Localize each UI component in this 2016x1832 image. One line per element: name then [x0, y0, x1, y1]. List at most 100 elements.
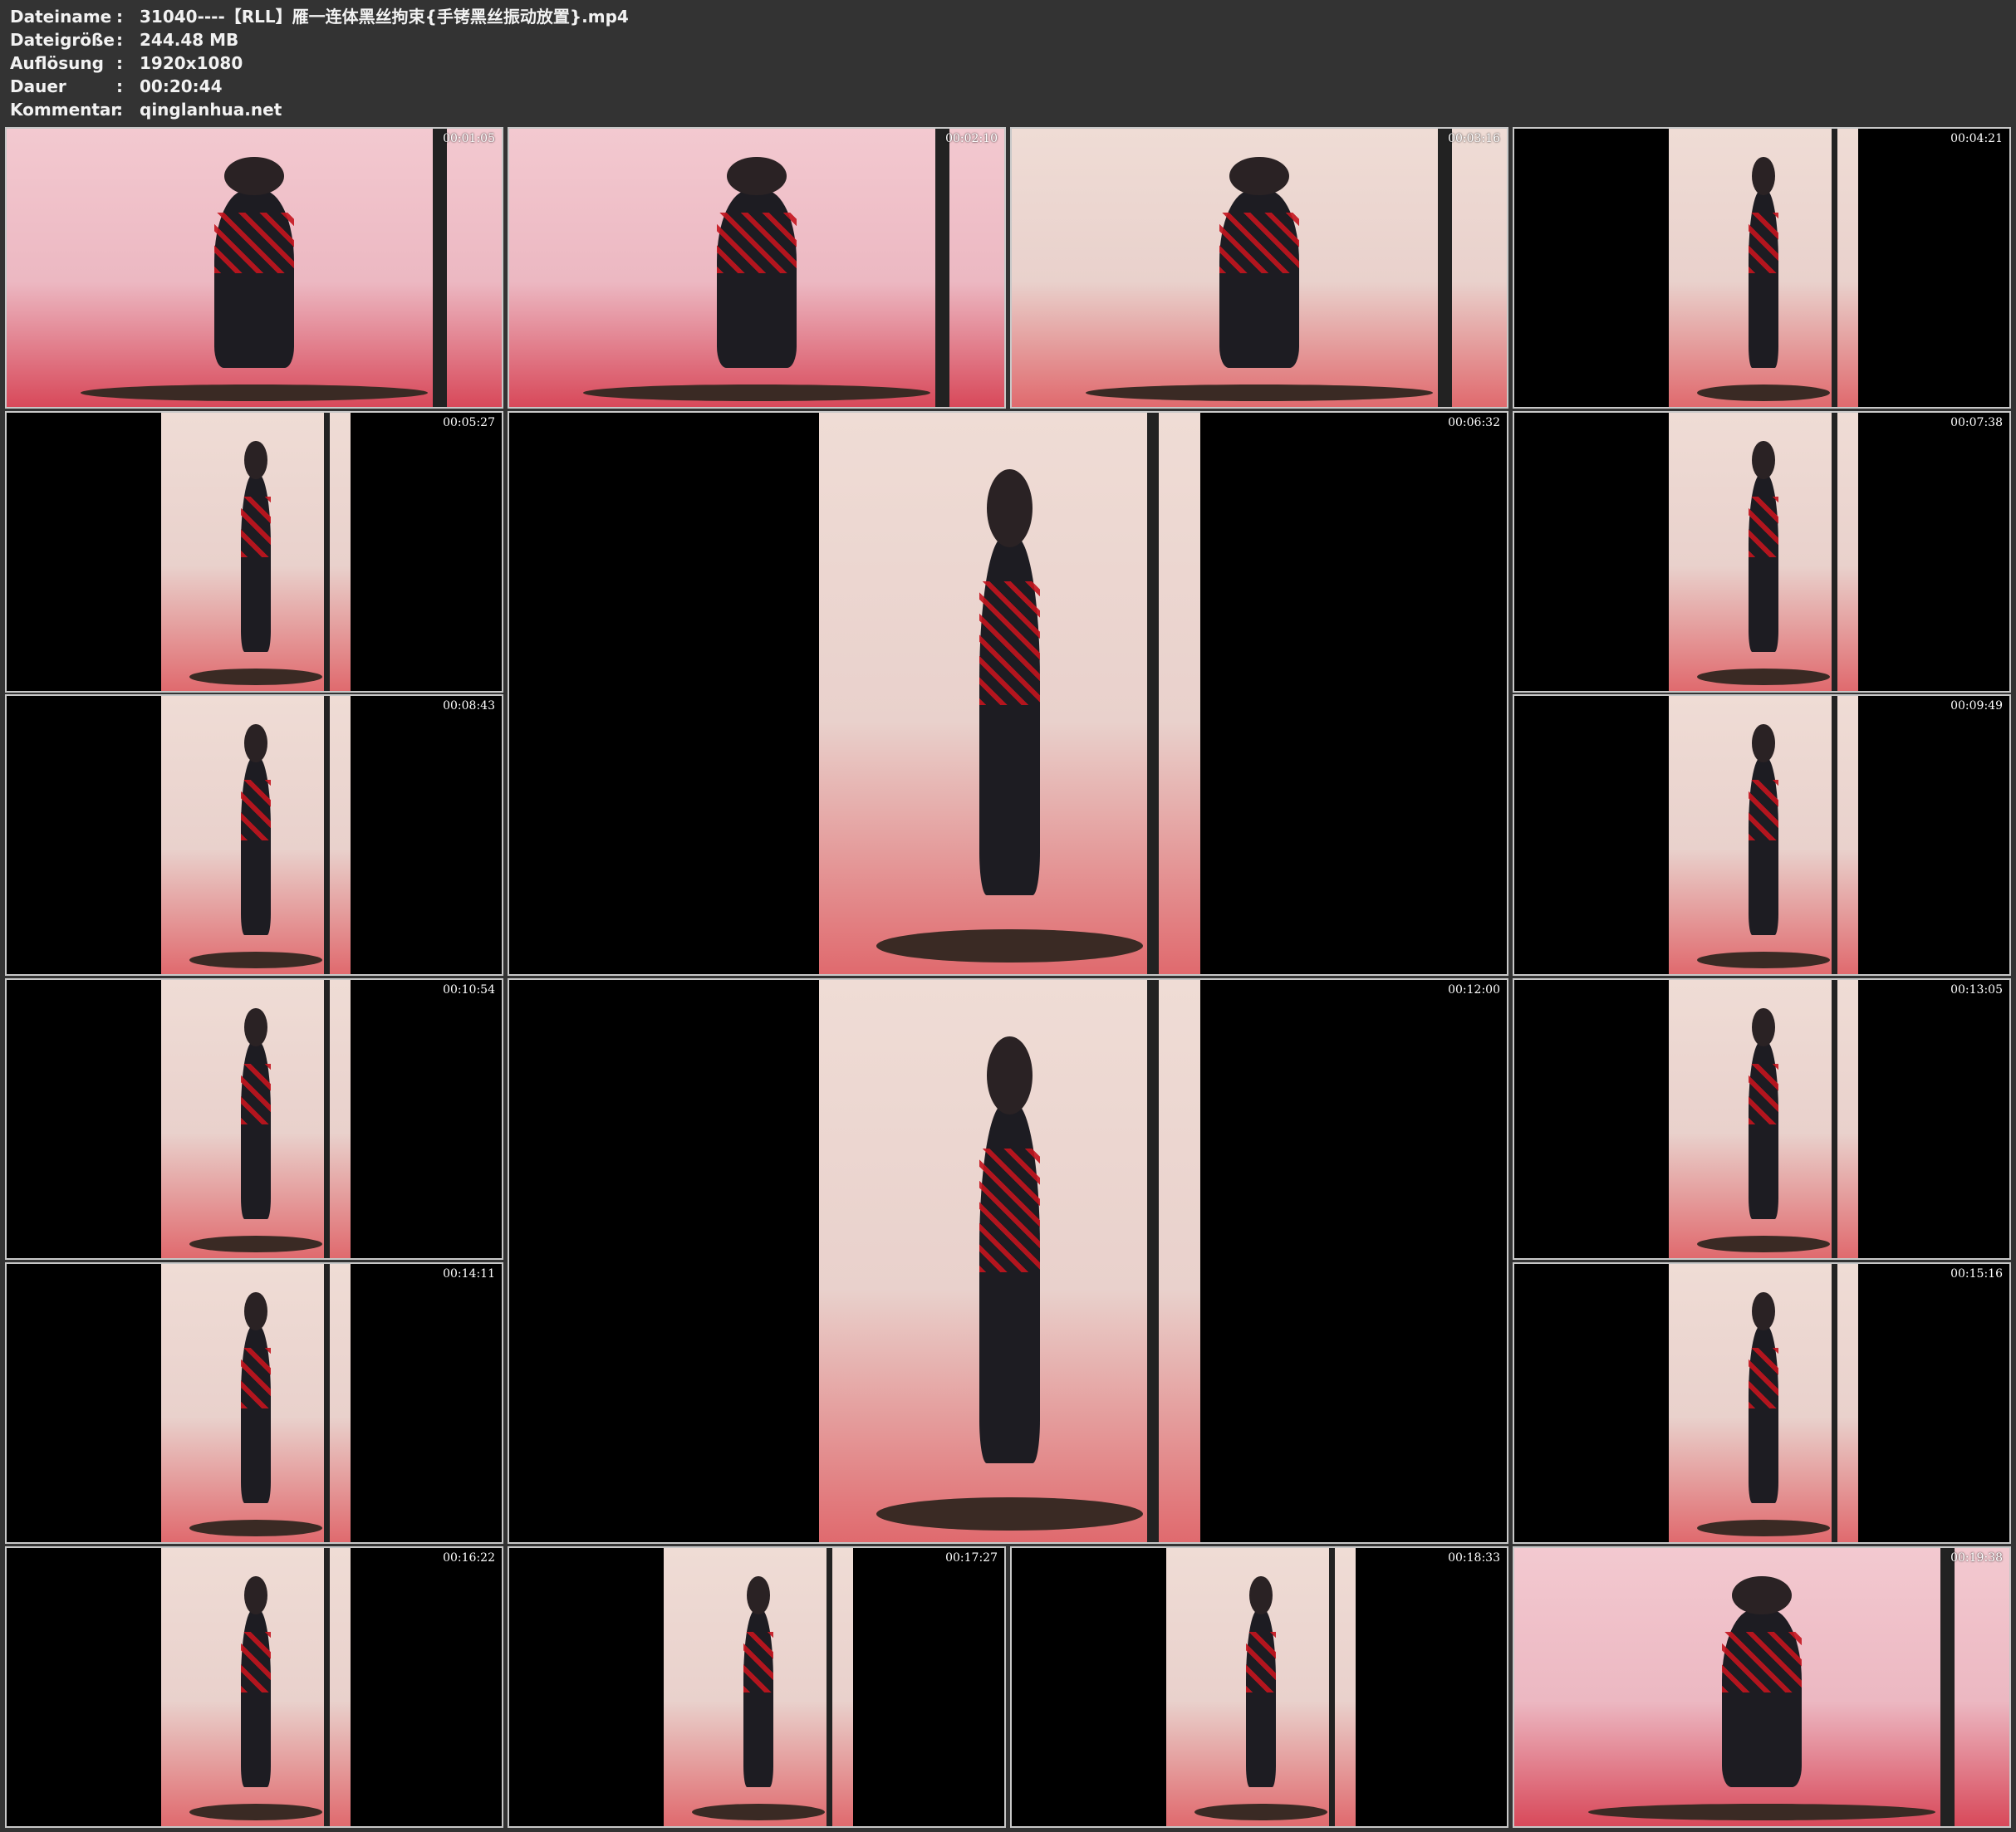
thumbnail-frame — [509, 129, 1004, 407]
timestamp-label: 00:15:16 — [1950, 1267, 2003, 1281]
red-harness — [717, 212, 797, 274]
red-harness — [1219, 212, 1299, 274]
light-stand — [324, 1548, 331, 1826]
thumbnail-frame — [663, 1548, 854, 1826]
red-harness — [979, 580, 1041, 705]
timestamp-label: 00:08:43 — [443, 699, 495, 713]
video-thumbnail[interactable]: 00:08:43 — [5, 694, 503, 976]
video-thumbnail[interactable]: 00:16:22 — [5, 1546, 503, 1828]
video-thumbnail[interactable]: 00:17:27 — [508, 1546, 1006, 1828]
video-thumbnail[interactable]: 00:03:16 — [1010, 127, 1508, 409]
red-harness — [979, 1149, 1041, 1273]
timestamp-label: 00:19:38 — [1950, 1551, 2003, 1565]
thumbnail-frame — [1668, 413, 1859, 691]
video-thumbnail[interactable]: 00:19:38 — [1513, 1546, 2011, 1828]
timestamp-label: 00:05:27 — [443, 416, 495, 429]
light-stand — [324, 696, 331, 974]
timestamp-label: 00:07:38 — [1950, 416, 2003, 429]
light-stand — [1832, 980, 1838, 1258]
timestamp-label: 00:01:05 — [443, 132, 495, 145]
red-harness — [240, 1631, 272, 1693]
light-stand — [324, 980, 331, 1258]
red-harness — [1748, 496, 1779, 558]
figure-head — [1732, 1575, 1792, 1615]
thumbnail-frame — [818, 980, 1201, 1542]
light-stand — [324, 413, 331, 691]
thumbnail-frame — [819, 413, 1200, 974]
video-thumbnail[interactable]: 00:04:21 — [1513, 127, 2011, 409]
figure-head — [244, 1291, 267, 1331]
video-thumbnail[interactable]: 00:05:27 — [5, 411, 503, 693]
light-stand — [1940, 1548, 1955, 1826]
red-harness — [1748, 1347, 1779, 1409]
thumbnail-frame — [1514, 1548, 2009, 1826]
video-thumbnail[interactable]: 00:02:10 — [508, 127, 1006, 409]
timestamp-label: 00:09:49 — [1950, 699, 2003, 713]
red-harness — [743, 1631, 774, 1693]
timestamp-label: 00:04:21 — [1950, 132, 2003, 145]
video-thumbnail[interactable]: 00:13:05 — [1513, 978, 2011, 1260]
thumbnail-frame — [1668, 129, 1859, 407]
thumbnail-frame — [1668, 696, 1859, 974]
timestamp-label: 00:03:16 — [1448, 132, 1500, 145]
light-stand — [827, 1548, 833, 1826]
video-thumbnail[interactable]: 00:06:32 — [508, 411, 1508, 976]
video-thumbnail[interactable]: 00:12:00 — [508, 978, 1508, 1544]
timestamp-label: 00:18:33 — [1448, 1551, 1500, 1565]
figure-head — [244, 1007, 267, 1047]
video-thumbnail[interactable]: 00:10:54 — [5, 978, 503, 1260]
red-harness — [240, 1063, 272, 1125]
red-harness — [214, 212, 294, 274]
light-stand — [1832, 413, 1838, 691]
thumbnail-frame — [1668, 1264, 1859, 1542]
timestamp-label: 00:02:10 — [945, 132, 998, 145]
light-stand — [324, 1264, 331, 1542]
red-harness — [240, 1347, 272, 1409]
video-thumbnail[interactable]: 00:07:38 — [1513, 411, 2011, 693]
thumbnail-frame — [160, 980, 351, 1258]
figure-head — [244, 723, 267, 763]
figure-head — [747, 1575, 770, 1615]
red-harness — [240, 779, 272, 841]
timestamp-label: 00:06:32 — [1448, 416, 1500, 429]
timestamp-label: 00:17:27 — [945, 1551, 998, 1565]
figure-head — [1752, 1007, 1775, 1047]
thumbnail-frame — [1668, 980, 1859, 1258]
red-harness — [1748, 212, 1779, 274]
thumbnail-frame — [1165, 1548, 1356, 1826]
figure-head — [1229, 156, 1289, 196]
figure-head — [244, 440, 267, 480]
light-stand — [1832, 696, 1838, 974]
timestamp-label: 00:16:22 — [443, 1551, 495, 1565]
light-stand — [1832, 129, 1838, 407]
figure-head — [986, 1036, 1033, 1115]
figure-head — [224, 156, 284, 196]
thumbnail-grid: 00:01:05 00:02:10 00:03:16 00:04:21 00:05:27… — [0, 0, 2016, 1832]
figure-head — [1752, 156, 1775, 196]
light-stand — [1832, 1264, 1838, 1542]
thumbnail-frame — [7, 129, 502, 407]
light-stand — [1329, 1548, 1336, 1826]
figure-head — [244, 1575, 267, 1615]
thumbnail-frame — [160, 696, 351, 974]
light-stand — [934, 129, 950, 407]
thumbnail-frame — [1012, 129, 1507, 407]
timestamp-label: 00:10:54 — [443, 983, 495, 997]
figure-head — [1752, 440, 1775, 480]
video-thumbnail[interactable]: 00:09:49 — [1513, 694, 2011, 976]
light-stand — [432, 129, 448, 407]
light-stand — [1146, 980, 1159, 1542]
red-harness — [240, 496, 272, 558]
video-thumbnail[interactable]: 00:15:16 — [1513, 1262, 2011, 1544]
red-harness — [1748, 1063, 1779, 1125]
timestamp-label: 00:14:11 — [443, 1267, 495, 1281]
figure-head — [986, 468, 1033, 548]
timestamp-label: 00:12:00 — [1448, 983, 1500, 997]
thumbnail-frame — [160, 1548, 351, 1826]
video-thumbnail[interactable]: 00:18:33 — [1010, 1546, 1508, 1828]
video-thumbnail[interactable]: 00:14:11 — [5, 1262, 503, 1544]
figure-head — [1752, 1291, 1775, 1331]
video-thumbnail[interactable]: 00:01:05 — [5, 127, 503, 409]
thumbnail-frame — [160, 1264, 351, 1542]
thumbnail-frame — [160, 413, 351, 691]
